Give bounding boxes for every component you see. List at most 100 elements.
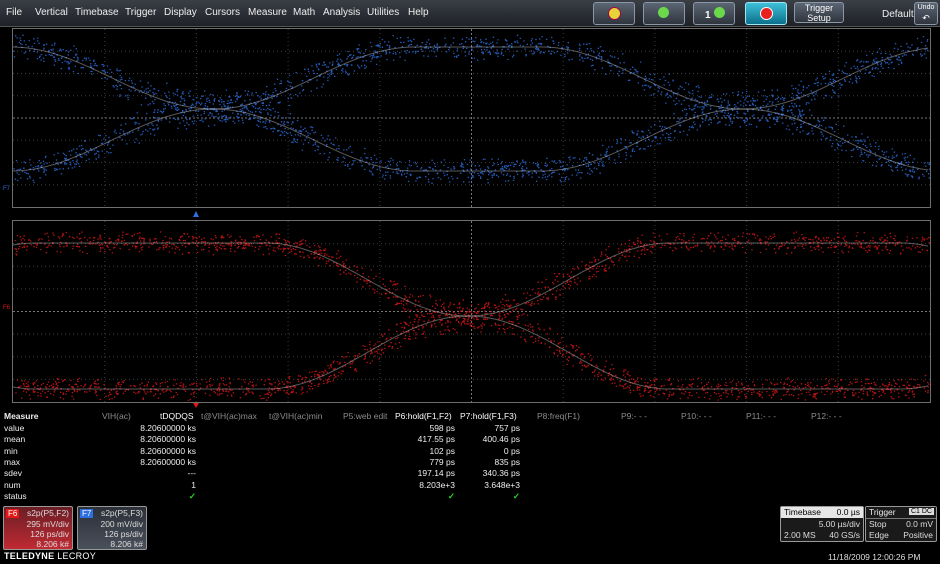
stop-trigger-button[interactable] — [745, 2, 787, 25]
trigger-setup-button[interactable]: Trigger Setup — [794, 2, 844, 23]
param-header-p7[interactable]: P7:hold(F1,F3) — [460, 411, 517, 421]
undo-label: Undo — [917, 4, 935, 11]
param-header-p5[interactable]: P5:web edit — [343, 411, 387, 421]
timebase-rate: 40 GS/s — [829, 530, 860, 540]
measure-p6-value: 598 ps — [429, 423, 455, 433]
f7-descriptor-box[interactable]: F7 s2p(P5,F3) 200 mV/div 126 ps/div 8.20… — [77, 506, 147, 550]
logo-bold: TELEDYNE — [4, 551, 55, 561]
timebase-delay: 0.0 µs — [836, 507, 860, 517]
lower-eye-diagram — [13, 221, 930, 402]
menu-help[interactable]: Help — [408, 7, 429, 18]
lower-waveform-grid[interactable] — [12, 220, 931, 403]
measure-row-max: max 8.20600000 ks 779 ps 835 ps — [0, 457, 940, 468]
measure-p7-value: 757 ps — [494, 423, 520, 433]
measure-p6-num: 8.203e+3 — [419, 479, 455, 490]
measure-row-sdev: sdev --- 197.14 ps 340.36 ps — [0, 468, 940, 479]
undo-arrow-icon: ↶ — [922, 13, 930, 23]
upper-waveform-grid[interactable] — [12, 28, 931, 208]
param-header-p12[interactable]: P12:- - - — [811, 411, 842, 421]
normal-trigger-button[interactable] — [643, 2, 685, 25]
f6-count: 8.206 k# — [36, 539, 69, 549]
trigger-slope: Positive — [903, 530, 933, 540]
timebase-samples: 2.00 MS — [784, 530, 816, 540]
f7-vdiv: 200 mV/div — [100, 519, 143, 529]
measure-p6-min: 102 ps — [429, 445, 455, 456]
eye-rail — [13, 46, 929, 110]
param-header-p2[interactable]: tDQDQS — [160, 411, 194, 421]
param-header-p1[interactable]: VIH(ac) — [102, 411, 131, 421]
param-header-p11[interactable]: P11:- - - — [746, 411, 776, 421]
measure-row-label: status — [4, 490, 27, 501]
menu-file[interactable]: File — [6, 7, 22, 18]
trigger-descriptor[interactable]: Trigger C1 DC Stop 0.0 mV Edge Positive — [865, 506, 937, 542]
top-channel-marker: F7 — [3, 186, 11, 192]
measure-p6-sdev: 197.14 ps — [417, 468, 455, 479]
date-time: 11/18/2009 12:00:26 PM — [828, 552, 921, 562]
menu-utilities[interactable]: Utilities — [367, 7, 399, 18]
f6-vdiv: 295 mV/div — [26, 519, 69, 529]
f7-tag: F7 — [80, 509, 94, 518]
menu-measure[interactable]: Measure — [248, 7, 287, 18]
param-header-p3[interactable]: t@VIH(ac)max — [201, 411, 257, 421]
trigger-header: Trigger C1 DC — [866, 507, 936, 519]
default-setup-label[interactable]: Default — [882, 9, 914, 20]
upper-eye-diagram — [13, 29, 930, 207]
f7-hdiv: 126 ps/div — [104, 529, 143, 539]
menu-timebase[interactable]: Timebase — [75, 7, 119, 18]
param-header-p8[interactable]: P8:freq(F1) — [537, 411, 580, 421]
measure-p6-status: ✓ — [447, 490, 455, 501]
measure-title: Measure — [4, 411, 39, 421]
timebase-per-div: 5.00 µs/div — [818, 519, 860, 529]
measure-row-label: mean — [4, 434, 26, 445]
param-header-p10[interactable]: P10:- - - — [681, 411, 712, 421]
timebase-descriptor[interactable]: Timebase 0.0 µs 5.00 µs/div 2.00 MS 40 G… — [780, 506, 864, 542]
top-trigger-marker-icon — [193, 211, 199, 217]
trigger-level: 0.0 mV — [906, 519, 933, 529]
measure-p2-value: 8.20600000 ks — [140, 423, 196, 433]
menu-bar: File Vertical Timebase Trigger Display C… — [0, 0, 940, 27]
measure-row-label: sdev — [4, 468, 22, 479]
param-header-p9[interactable]: P9:- - - — [621, 411, 647, 421]
measure-table: Measure VIH(ac) tDQDQS t@VIH(ac)max t@VI… — [0, 408, 940, 508]
measure-row-num: num 1 8.203e+3 3.648e+3 — [0, 480, 940, 491]
measure-p7-num: 3.648e+3 — [484, 479, 520, 490]
bottom-channel-marker: F6 — [3, 305, 11, 311]
measure-p7-max: 835 ps — [494, 456, 520, 467]
param-header-p6[interactable]: P6:hold(F1,F2) — [395, 411, 452, 421]
eye-rail — [13, 315, 929, 390]
measure-row-status: status ✓ ✓ ✓ — [0, 491, 940, 502]
menu-math[interactable]: Math — [293, 7, 315, 18]
measure-header-row: Measure VIH(ac) tDQDQS t@VIH(ac)max t@VI… — [0, 411, 940, 422]
undo-button[interactable]: Undo ↶ — [914, 2, 938, 25]
trigger-mode: Stop — [869, 519, 887, 529]
measure-row-label: min — [4, 445, 18, 456]
measure-row-min: min 8.20600000 ks 102 ps 0 ps — [0, 446, 940, 457]
measure-p7-status: ✓ — [512, 490, 520, 501]
measure-p2-mean: 8.20600000 ks — [140, 434, 196, 445]
menu-cursors[interactable]: Cursors — [205, 7, 240, 18]
measure-p6-max: 779 ps — [429, 456, 455, 467]
logo-light: LECROY — [57, 551, 97, 561]
f6-tag: F6 — [6, 509, 20, 518]
measure-row-label: max — [4, 456, 21, 467]
measure-row-mean: mean 8.20600000 ks 417.55 ps 400.46 ps — [0, 434, 940, 445]
f6-title: s2p(P5,F2) — [26, 508, 69, 518]
f6-descriptor-box[interactable]: F6 s2p(P5,F2) 295 mV/div 126 ps/div 8.20… — [3, 506, 73, 550]
auto-setup-button[interactable] — [593, 2, 635, 25]
measure-p7-mean: 400.46 ps — [482, 434, 520, 445]
measure-p2-min: 8.20600000 ks — [140, 445, 196, 456]
menu-display[interactable]: Display — [164, 7, 197, 18]
menu-trigger[interactable]: Trigger — [125, 7, 156, 18]
teledyne-lecroy-logo: TELEDYNE LECROY — [4, 551, 96, 561]
menu-vertical[interactable]: Vertical — [35, 7, 68, 18]
measure-p7-min: 0 ps — [503, 445, 520, 456]
measure-p2-sdev: --- — [187, 468, 197, 479]
measure-p7-sdev: 340.36 ps — [482, 468, 520, 479]
param-header-p4[interactable]: t@VIH(ac)min — [269, 411, 323, 421]
trigger-label: Trigger — [869, 507, 896, 517]
menu-analysis[interactable]: Analysis — [323, 7, 360, 18]
single-trigger-button[interactable]: 1 — [693, 2, 735, 25]
single-count: 1 — [705, 10, 711, 21]
trigger-setup-label-2: Setup — [807, 12, 831, 23]
timebase-header: Timebase 0.0 µs — [781, 507, 863, 518]
